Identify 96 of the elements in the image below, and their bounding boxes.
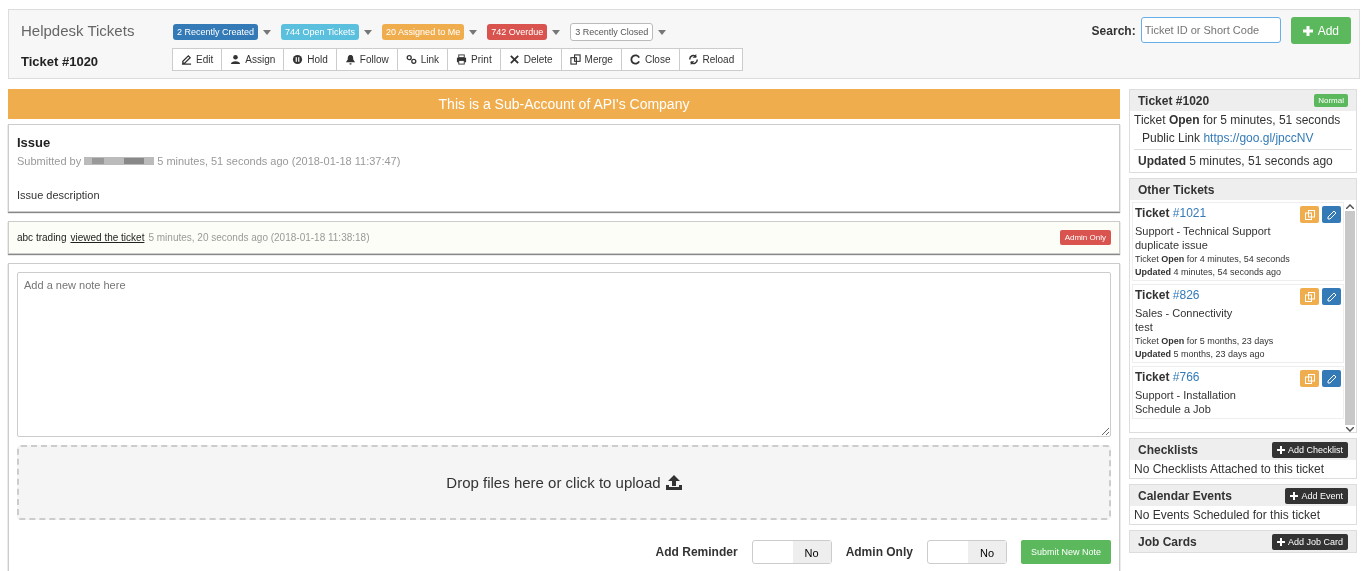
pause-icon <box>292 54 304 65</box>
copy-icon <box>1304 209 1315 220</box>
search-field[interactable]: Ticket ID or Short Code <box>1140 17 1281 43</box>
toolbar-button[interactable]: Print <box>447 48 501 71</box>
ticket-card[interactable]: Ticket #766 Support - Installation Schedule a Job <box>1132 366 1344 419</box>
link-label: Public Link <box>1142 131 1201 145</box>
upload-text: Drop files here or click to upload <box>446 474 661 492</box>
toggle-switch[interactable]: No <box>926 540 1007 564</box>
plus-icon <box>1276 537 1285 546</box>
pencil-icon <box>181 54 192 65</box>
ticket-open-time: Ticket Open for 4 minutes, 54 seconds <box>1135 254 1291 264</box>
ticket-updated: Updated 4 minutes, 54 seconds ago <box>1135 267 1283 277</box>
note-field[interactable]: Add a new note here <box>17 272 1111 438</box>
ticket-subject: duplicate issue <box>1135 239 1209 251</box>
toggle-label: Add Reminder <box>655 545 738 559</box>
app-title: Helpdesk Tickets <box>21 22 136 39</box>
activity-time: 5 minutes, 20 seconds ago (2018-01-18 11:38:18) <box>148 232 370 243</box>
add-panel-button[interactable]: Add Job Card <box>1271 533 1348 550</box>
copy-icon <box>1304 291 1315 302</box>
submitted-label: Submitted by <box>17 155 82 167</box>
ticket-card[interactable]: Ticket #1021 Support - Technical Support duplicate issue Ticket Open for 4 minutes, 54 seconds Updated 4 minutes, 54 seconds ago <box>1132 202 1344 281</box>
toolbar-button[interactable]: Hold <box>283 48 337 71</box>
toolbar-button[interactable]: Assign <box>221 48 285 71</box>
pencil-icon <box>1326 291 1337 302</box>
panel-text: No Checklists Attached to this ticket <box>1133 461 1326 478</box>
scroll-up-icon <box>1346 204 1354 209</box>
panel-title: Other Tickets <box>1138 182 1215 197</box>
filter-badge[interactable]: 742 Overdue <box>487 24 548 40</box>
filter-badge[interactable]: 2 Recently Created <box>173 24 259 40</box>
panel-title: Job Cards <box>1138 534 1197 549</box>
ticket-number: Ticket #1021 <box>1135 206 1207 222</box>
plus-icon <box>1302 25 1313 36</box>
caret-icon[interactable] <box>552 29 561 35</box>
add-panel-button[interactable]: Add Event <box>1285 487 1348 504</box>
user-icon <box>230 54 242 65</box>
caret-icon[interactable] <box>469 29 478 35</box>
ticket-updated: Updated 5 months, 23 days ago <box>1135 349 1266 359</box>
toolbar-button[interactable]: Follow <box>335 48 398 71</box>
caret-icon[interactable] <box>263 29 272 35</box>
refresh-icon <box>629 54 641 65</box>
close-icon <box>508 54 520 65</box>
updated-text: Updated 5 minutes, 51 seconds ago <box>1137 153 1334 170</box>
issue-title: Issue <box>17 135 52 150</box>
priority-tag: Normal <box>1314 94 1348 107</box>
public-link[interactable]: https://goo.gl/jpccNV <box>1203 131 1314 145</box>
panel-title: Checklists <box>1138 442 1199 457</box>
status-text: Ticket Open for 5 minutes, 51 seconds <box>1133 112 1342 129</box>
activity-link[interactable]: viewed the ticket <box>70 232 145 243</box>
filter-badge[interactable]: 3 Recently Closed <box>570 23 654 41</box>
ticket-number: Ticket #826 <box>1135 288 1200 304</box>
scroll-down-icon <box>1346 427 1354 432</box>
ticket-subject: test <box>1135 321 1154 333</box>
plus-icon <box>1276 445 1285 454</box>
upload-icon <box>665 475 682 491</box>
ticket-open-time: Ticket Open for 5 months, 23 days <box>1135 336 1275 346</box>
activity-actor: abc trading <box>17 232 67 243</box>
blurred-name-icon <box>84 156 155 166</box>
toolbar-button[interactable]: Close <box>620 48 680 71</box>
copy-icon <box>569 54 581 65</box>
ticket-category: Support - Installation <box>1135 389 1237 401</box>
edit-button[interactable] <box>1322 206 1341 223</box>
panel-title: Ticket #1020 <box>1138 93 1210 108</box>
refresh-icon <box>687 54 699 65</box>
toolbar-button[interactable]: Edit <box>172 48 223 71</box>
submitted-time: 5 minutes, 51 seconds ago (2018-01-18 11:37:47) <box>157 155 401 167</box>
copy-icon <box>1304 373 1315 384</box>
edit-button[interactable] <box>1322 288 1341 305</box>
toolbar-button[interactable]: Delete <box>499 48 562 71</box>
toolbar-button[interactable]: Reload <box>678 48 744 71</box>
ticket-number: Ticket #766 <box>1135 370 1200 386</box>
toggle-switch[interactable]: No <box>751 540 832 564</box>
ticket-category: Sales - Connectivity <box>1135 307 1234 319</box>
toggle-label: Admin Only <box>845 545 913 559</box>
ticket-title: Ticket #1020 <box>21 54 100 69</box>
pencil-icon <box>1326 209 1337 220</box>
add-panel-button[interactable]: Add Checklist <box>1271 441 1348 458</box>
link-icon <box>405 54 417 65</box>
upload-dropzone[interactable]: Drop files here or click to upload <box>17 445 1111 520</box>
toolbar-button[interactable]: Link <box>396 48 449 71</box>
panel-text: No Events Scheduled for this ticket <box>1133 507 1322 524</box>
bell-icon <box>344 54 356 65</box>
printer-icon <box>456 54 468 65</box>
notice-banner: This is a Sub-Account of API's Company <box>8 89 1120 119</box>
ticket-subject: Schedule a Job <box>1135 403 1212 415</box>
edit-button[interactable] <box>1322 370 1341 387</box>
admin-only-tag: Admin Only <box>1059 230 1111 245</box>
ticket-card[interactable]: Ticket #826 Sales - Connectivity test Ticket Open for 5 months, 23 days Updated 5 months, 23 days ago <box>1132 284 1344 363</box>
panel-title: Calendar Events <box>1138 488 1233 503</box>
ticket-category: Support - Technical Support <box>1135 225 1272 237</box>
plus-icon <box>1290 491 1299 500</box>
toolbar-button[interactable]: Merge <box>560 48 622 71</box>
search-label: Search: <box>1091 24 1136 38</box>
issue-description: Issue description <box>17 189 101 201</box>
caret-icon[interactable] <box>364 29 373 35</box>
pencil-icon <box>1326 373 1337 384</box>
caret-icon[interactable] <box>658 29 667 35</box>
